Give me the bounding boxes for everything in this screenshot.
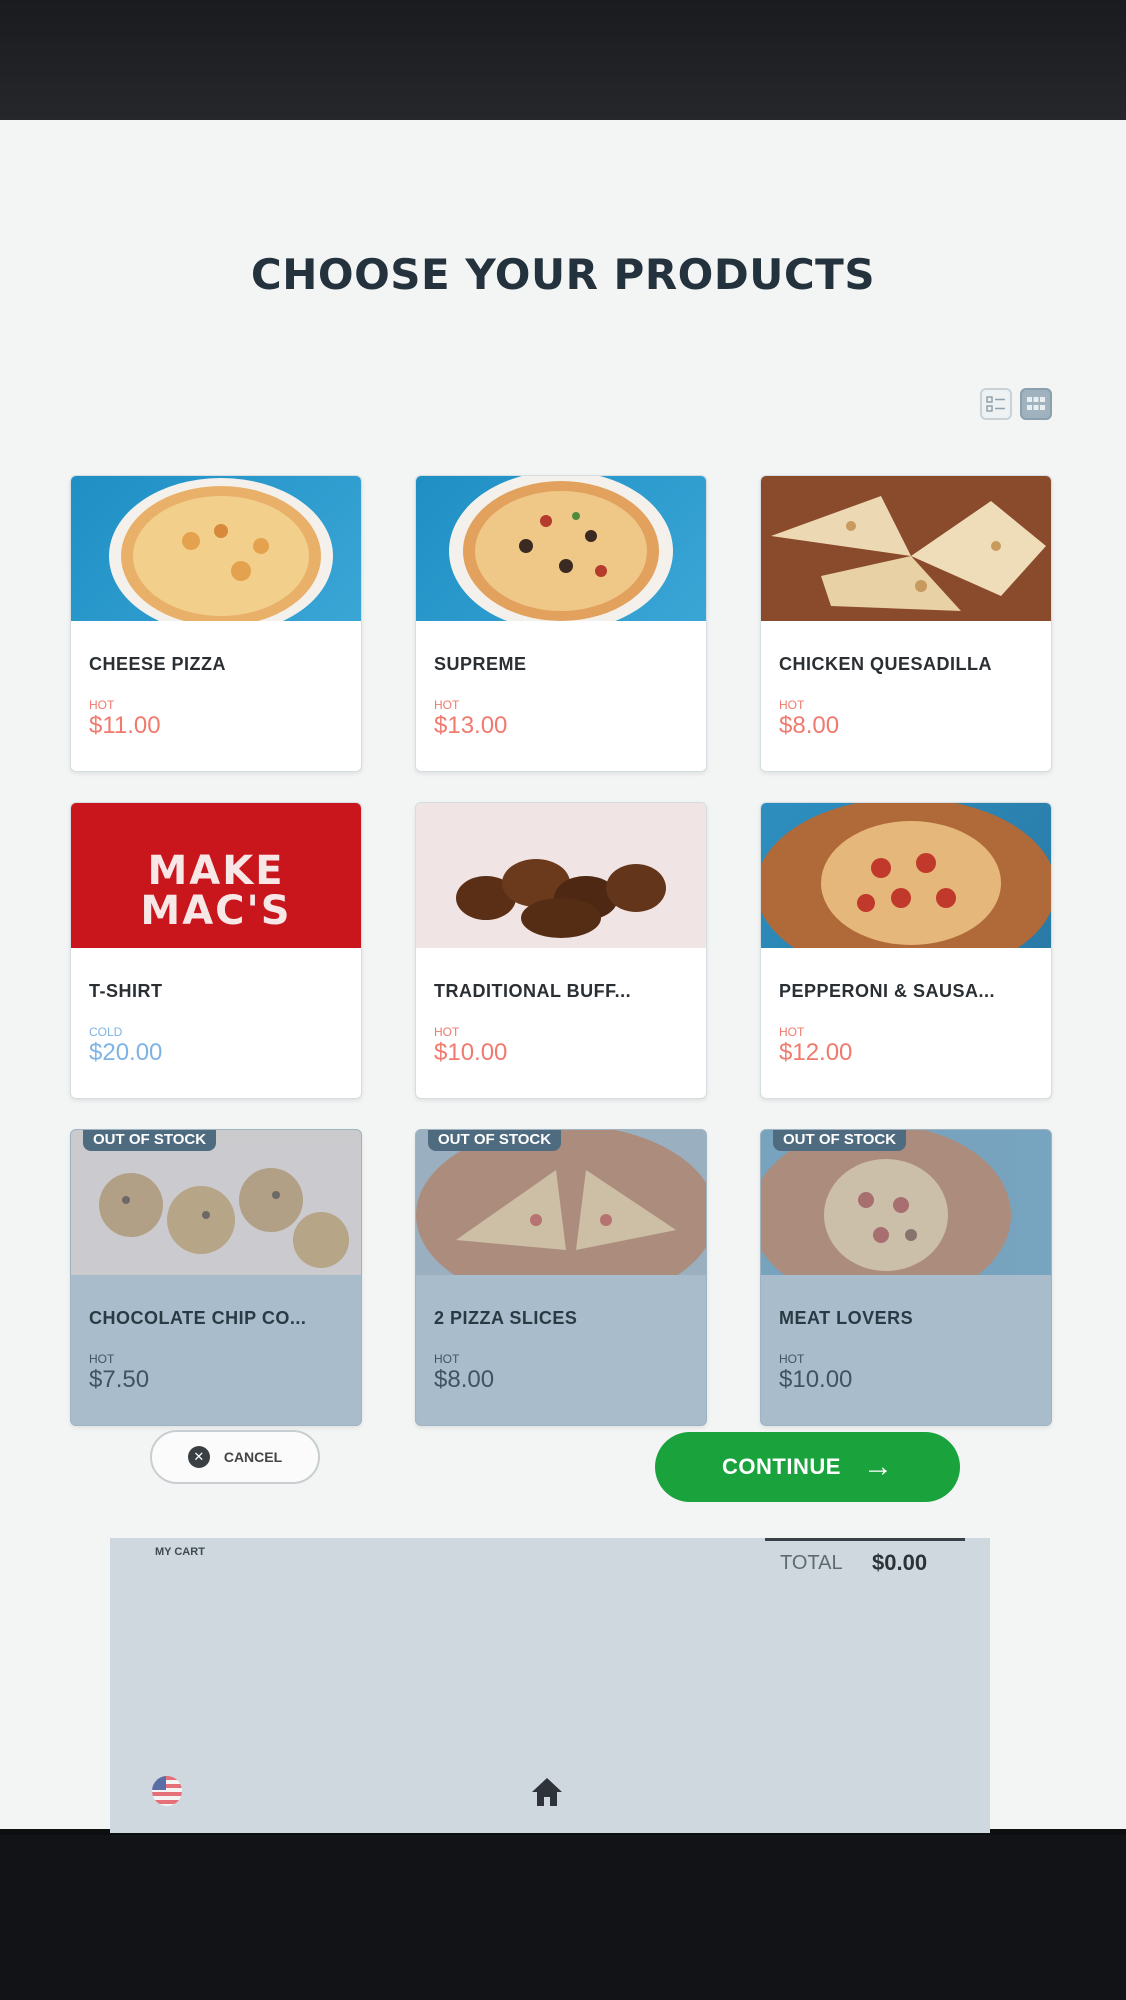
cancel-label: CANCEL <box>223 1449 283 1465</box>
product-price: $10.00 <box>779 1366 853 1393</box>
product-price: $7.50 <box>89 1366 150 1393</box>
product-price: $12.00 <box>779 1039 853 1066</box>
list-view-icon[interactable] <box>980 388 1012 420</box>
product-temperature: HOT <box>779 698 805 712</box>
page-title: CHOOSE YOUR PRODUCTS <box>250 250 876 299</box>
kiosk-screen: CHOOSE YOUR PRODUCTS CHEESE PIZZA HOT $1… <box>0 120 1126 1835</box>
product-temperature: HOT <box>779 1352 805 1366</box>
product-card-t-shirt[interactable]: MAKE MAC'S T-SHIRT COLD $20.00 <box>70 802 362 1099</box>
product-name: PEPPERONI & SAUSA... <box>779 981 996 1001</box>
cart-panel: MY CART TOTAL $0.00 <box>110 1538 990 1833</box>
product-card-2-pizza-slices[interactable]: OUT OF STOCK 2 PIZZA SLICES HOT $8.00 <box>415 1129 707 1426</box>
cancel-button[interactable]: ✕ CANCEL <box>150 1430 320 1484</box>
close-icon: ✕ <box>187 1446 210 1468</box>
product-name: CHOCOLATE CHIP CO... <box>89 1308 307 1328</box>
t-shirt-print: MAKE MAC'S <box>140 848 292 934</box>
total-value: $0.00 <box>872 1550 928 1575</box>
product-price: $8.00 <box>434 1366 495 1393</box>
product-price: $20.00 <box>89 1039 163 1066</box>
cart-label: MY CART <box>155 1546 205 1558</box>
arrow-right-icon: → <box>862 1450 893 1483</box>
view-toggle <box>980 388 1052 420</box>
product-temperature: HOT <box>434 698 460 712</box>
product-card-traditional-buffalo[interactable]: TRADITIONAL BUFF... HOT $10.00 <box>415 802 707 1099</box>
continue-label: CONTINUE <box>722 1454 841 1479</box>
product-card-chocolate-chip-cookies[interactable]: OUT OF STOCK CHOCOLATE CHIP CO... HOT $7… <box>70 1129 362 1426</box>
out-of-stock-badge: OUT OF STOCK <box>83 1130 217 1151</box>
pepperoni-sausage-image <box>761 803 1051 948</box>
product-price: $11.00 <box>89 712 161 739</box>
product-temperature: HOT <box>434 1352 460 1366</box>
product-name: SUPREME <box>434 654 527 674</box>
product-temperature: HOT <box>434 1025 460 1039</box>
us-flag-language-icon[interactable] <box>152 1776 182 1806</box>
out-of-stock-badge: OUT OF STOCK <box>428 1130 562 1151</box>
device-bezel <box>0 0 1126 120</box>
grid-view-icon[interactable] <box>1020 388 1052 420</box>
product-name: CHEESE PIZZA <box>89 654 227 674</box>
product-grid: CHEESE PIZZA HOT $11.00 SUPREME HOT $13.… <box>70 475 1052 1426</box>
traditional-buffalo-image <box>416 803 706 948</box>
pizza-slices-image <box>416 1130 706 1275</box>
product-price: $13.00 <box>434 712 508 739</box>
meat-lovers-image <box>761 1130 1051 1275</box>
continue-button[interactable]: CONTINUE → <box>655 1432 960 1502</box>
product-temperature: COLD <box>89 1025 123 1039</box>
supreme-pizza-image <box>416 476 706 621</box>
out-of-stock-badge: OUT OF STOCK <box>773 1130 907 1151</box>
product-card-pepperoni-sausage[interactable]: PEPPERONI & SAUSA... HOT $12.00 <box>760 802 1052 1099</box>
product-name: T-SHIRT <box>89 981 163 1001</box>
product-name: MEAT LOVERS <box>779 1308 914 1328</box>
product-card-chicken-quesadilla[interactable]: CHICKEN QUESADILLA HOT $8.00 <box>760 475 1052 772</box>
home-icon[interactable] <box>530 1776 564 1808</box>
product-name: 2 PIZZA SLICES <box>434 1308 578 1328</box>
t-shirt-image: MAKE MAC'S <box>71 803 361 948</box>
total-divider <box>765 1538 965 1541</box>
product-card-meat-lovers[interactable]: OUT OF STOCK MEAT LOVERS HOT $10.00 <box>760 1129 1052 1426</box>
product-card-supreme[interactable]: SUPREME HOT $13.00 <box>415 475 707 772</box>
total-label: TOTAL <box>780 1552 843 1574</box>
product-temperature: HOT <box>779 1025 805 1039</box>
product-name: TRADITIONAL BUFF... <box>434 981 632 1001</box>
chocolate-chip-cookies-image <box>71 1130 361 1275</box>
product-price: $10.00 <box>434 1039 508 1066</box>
product-name: CHICKEN QUESADILLA <box>779 654 993 674</box>
product-price: $8.00 <box>779 712 840 739</box>
cheese-pizza-image <box>71 476 361 621</box>
chicken-quesadilla-image <box>761 476 1051 621</box>
product-card-cheese-pizza[interactable]: CHEESE PIZZA HOT $11.00 <box>70 475 362 772</box>
product-temperature: HOT <box>89 698 115 712</box>
product-temperature: HOT <box>89 1352 115 1366</box>
